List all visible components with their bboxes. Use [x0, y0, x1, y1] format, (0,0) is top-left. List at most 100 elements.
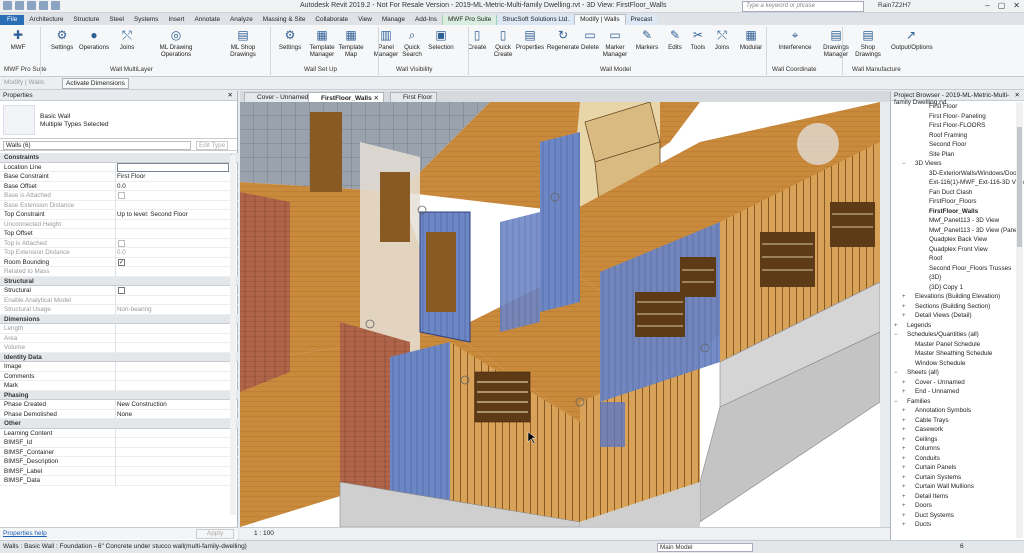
expand-icon[interactable]: + [902, 389, 906, 395]
browser-item[interactable]: Curtain Panels [915, 464, 956, 471]
ribbon-selection-button[interactable]: ▣ Selection [421, 28, 461, 51]
browser-item[interactable]: First Floor- Paneling [929, 113, 986, 120]
browser-item[interactable]: Second Floor_Floors Trusses [929, 265, 1011, 272]
minimize-icon[interactable]: – [985, 1, 989, 10]
expand-icon[interactable]: + [902, 427, 906, 433]
browser-item[interactable]: {3D} [929, 274, 941, 281]
ribbon-mwf-button[interactable]: ✚ MWF [0, 28, 38, 51]
expand-icon[interactable]: + [902, 503, 906, 509]
browser-item[interactable]: Columns [915, 445, 940, 452]
property-row[interactable]: Volume [0, 343, 238, 353]
browser-item[interactable]: 3D-ExteriorWalls/Windows/Doors [929, 170, 1022, 177]
browser-item[interactable]: Mwf_Panel113 - 3D View (Panel) [929, 227, 1021, 234]
collapse-icon[interactable]: − [894, 370, 898, 376]
property-row[interactable]: Top is Attached [0, 238, 238, 248]
scroll-thumb[interactable] [1017, 127, 1022, 247]
ribbon-interference-button[interactable]: ⌖ Interference [775, 28, 815, 51]
property-value[interactable]: Up to level: Second Floor [117, 211, 188, 218]
property-value[interactable]: 0.0 [117, 249, 126, 256]
property-value[interactable]: First Floor [117, 173, 145, 180]
expand-icon[interactable]: + [894, 323, 898, 329]
view-tab-cover-unnamed[interactable]: Cover - Unnamed [244, 92, 314, 102]
maximize-icon[interactable]: ▢ [998, 1, 1006, 10]
property-checkbox[interactable] [118, 287, 125, 294]
tab-add-ins[interactable]: Add-Ins [410, 15, 442, 25]
property-row[interactable]: Top Extension Distance 0.0 [0, 248, 238, 258]
property-row[interactable]: Base Extension Distance [0, 200, 238, 210]
browser-item[interactable]: Schedules/Quantities (all) [907, 331, 979, 338]
browser-item[interactable]: Quadplex Front View [929, 246, 988, 253]
property-checkbox[interactable]: ✓ [118, 258, 125, 266]
property-row[interactable]: Area [0, 333, 238, 343]
tab-analyze[interactable]: Analyze [225, 15, 258, 25]
expand-icon[interactable]: + [902, 456, 906, 462]
tab-insert[interactable]: Insert [163, 15, 189, 25]
expand-icon[interactable]: + [902, 475, 906, 481]
property-row[interactable]: BIMSF_Container [0, 447, 238, 457]
tab-steel[interactable]: Steel [104, 15, 129, 25]
print-icon[interactable] [51, 1, 60, 10]
browser-item[interactable]: Conduits [915, 455, 940, 462]
tab-manage[interactable]: Manage [377, 15, 410, 25]
tab-strucsoft-solutions-ltd-[interactable]: StrucSoft Solutions Ltd. [497, 15, 575, 25]
property-value[interactable]: None [117, 411, 132, 418]
browser-item[interactable]: Casework [915, 426, 943, 433]
browser-item[interactable]: Master Sheathing Schedule [915, 350, 992, 357]
browser-item[interactable]: Ext-116(1)-MWF_Ext-116-3D View [929, 179, 1024, 186]
properties-section[interactable]: Structural⌃ [0, 276, 238, 286]
browser-item[interactable]: Site Plan [929, 151, 954, 158]
tab-modify-walls[interactable]: Modify | Walls [574, 14, 626, 25]
property-row[interactable]: BIMSF_Description [0, 457, 238, 467]
3d-viewport[interactable] [240, 102, 880, 527]
property-value-input[interactable] [117, 162, 229, 172]
close-icon[interactable]: ✕ [372, 95, 378, 102]
properties-help-link[interactable]: Properties help [3, 530, 47, 537]
ribbon-output-options-button[interactable]: ↗ Output/Options [891, 28, 933, 51]
tab-systems[interactable]: Systems [129, 15, 164, 25]
property-row[interactable]: Enable Analytical Model [0, 295, 238, 305]
browser-item[interactable]: Sheets (all) [907, 369, 939, 376]
search-input[interactable]: Type a keyword or phrase [742, 1, 864, 12]
browser-item[interactable]: Sections (Building Section) [915, 303, 990, 310]
project-browser-scrollbar[interactable] [1016, 102, 1023, 538]
browser-item[interactable]: Detail Views (Detail) [915, 312, 972, 319]
view-tab-first-floor[interactable]: First Floor [390, 92, 438, 102]
expand-icon[interactable]: + [902, 465, 906, 471]
expand-icon[interactable]: + [902, 294, 906, 300]
tab-massing-site[interactable]: Massing & Site [258, 15, 311, 25]
property-row[interactable]: Image [0, 362, 238, 372]
property-row[interactable]: Length [0, 324, 238, 334]
ribbon-joins-button[interactable]: ⤲ Joins [107, 28, 147, 51]
ribbon-template-map-button[interactable]: ▦ Template Map [331, 28, 371, 58]
property-row[interactable]: Top Offset [0, 229, 238, 239]
properties-section[interactable]: Phasing⌃ [0, 390, 238, 400]
apply-button[interactable]: Apply [196, 529, 234, 539]
browser-item[interactable]: Master Panel Schedule [915, 341, 980, 348]
close-icon[interactable]: ✕ [1015, 91, 1020, 99]
property-row[interactable]: Base is Attached [0, 191, 238, 201]
properties-scrollbar[interactable] [230, 155, 236, 515]
building-model-render[interactable] [240, 102, 880, 527]
property-row[interactable]: Comments [0, 371, 238, 381]
browser-item[interactable]: FirstFloor_Floors [929, 198, 977, 205]
property-row[interactable]: Mark [0, 381, 238, 391]
browser-item[interactable]: Window Schedule [915, 360, 965, 367]
browser-item[interactable]: First Floor [929, 103, 957, 110]
property-row[interactable]: BIMSF_Data [0, 476, 238, 486]
expand-icon[interactable]: + [902, 513, 906, 519]
ribbon-modular-button[interactable]: ▦ Modular [731, 28, 771, 51]
tab-collaborate[interactable]: Collaborate [310, 15, 353, 25]
browser-item[interactable]: Quadplex Back View [929, 236, 987, 243]
browser-item[interactable]: First Floor-FLOORS [929, 122, 985, 129]
window-controls[interactable]: – ▢ ✕ [985, 1, 1020, 10]
browser-item[interactable]: Mwf_Panel113 - 3D View [929, 217, 999, 224]
browser-item[interactable]: Cable Trays [915, 417, 949, 424]
browser-item[interactable]: Families [907, 398, 930, 405]
property-row[interactable]: Structural [0, 286, 238, 296]
browser-item[interactable]: End - Unnamed [915, 388, 959, 395]
ribbon-shop-drawings-button[interactable]: ▤ Shop Drawings [848, 28, 888, 58]
browser-item[interactable]: Fan Duct Clash [929, 189, 972, 196]
tab-annotate[interactable]: Annotate [189, 15, 225, 25]
properties-section[interactable]: Constraints⌃ [0, 153, 238, 163]
tab-structure[interactable]: Structure [68, 15, 104, 25]
